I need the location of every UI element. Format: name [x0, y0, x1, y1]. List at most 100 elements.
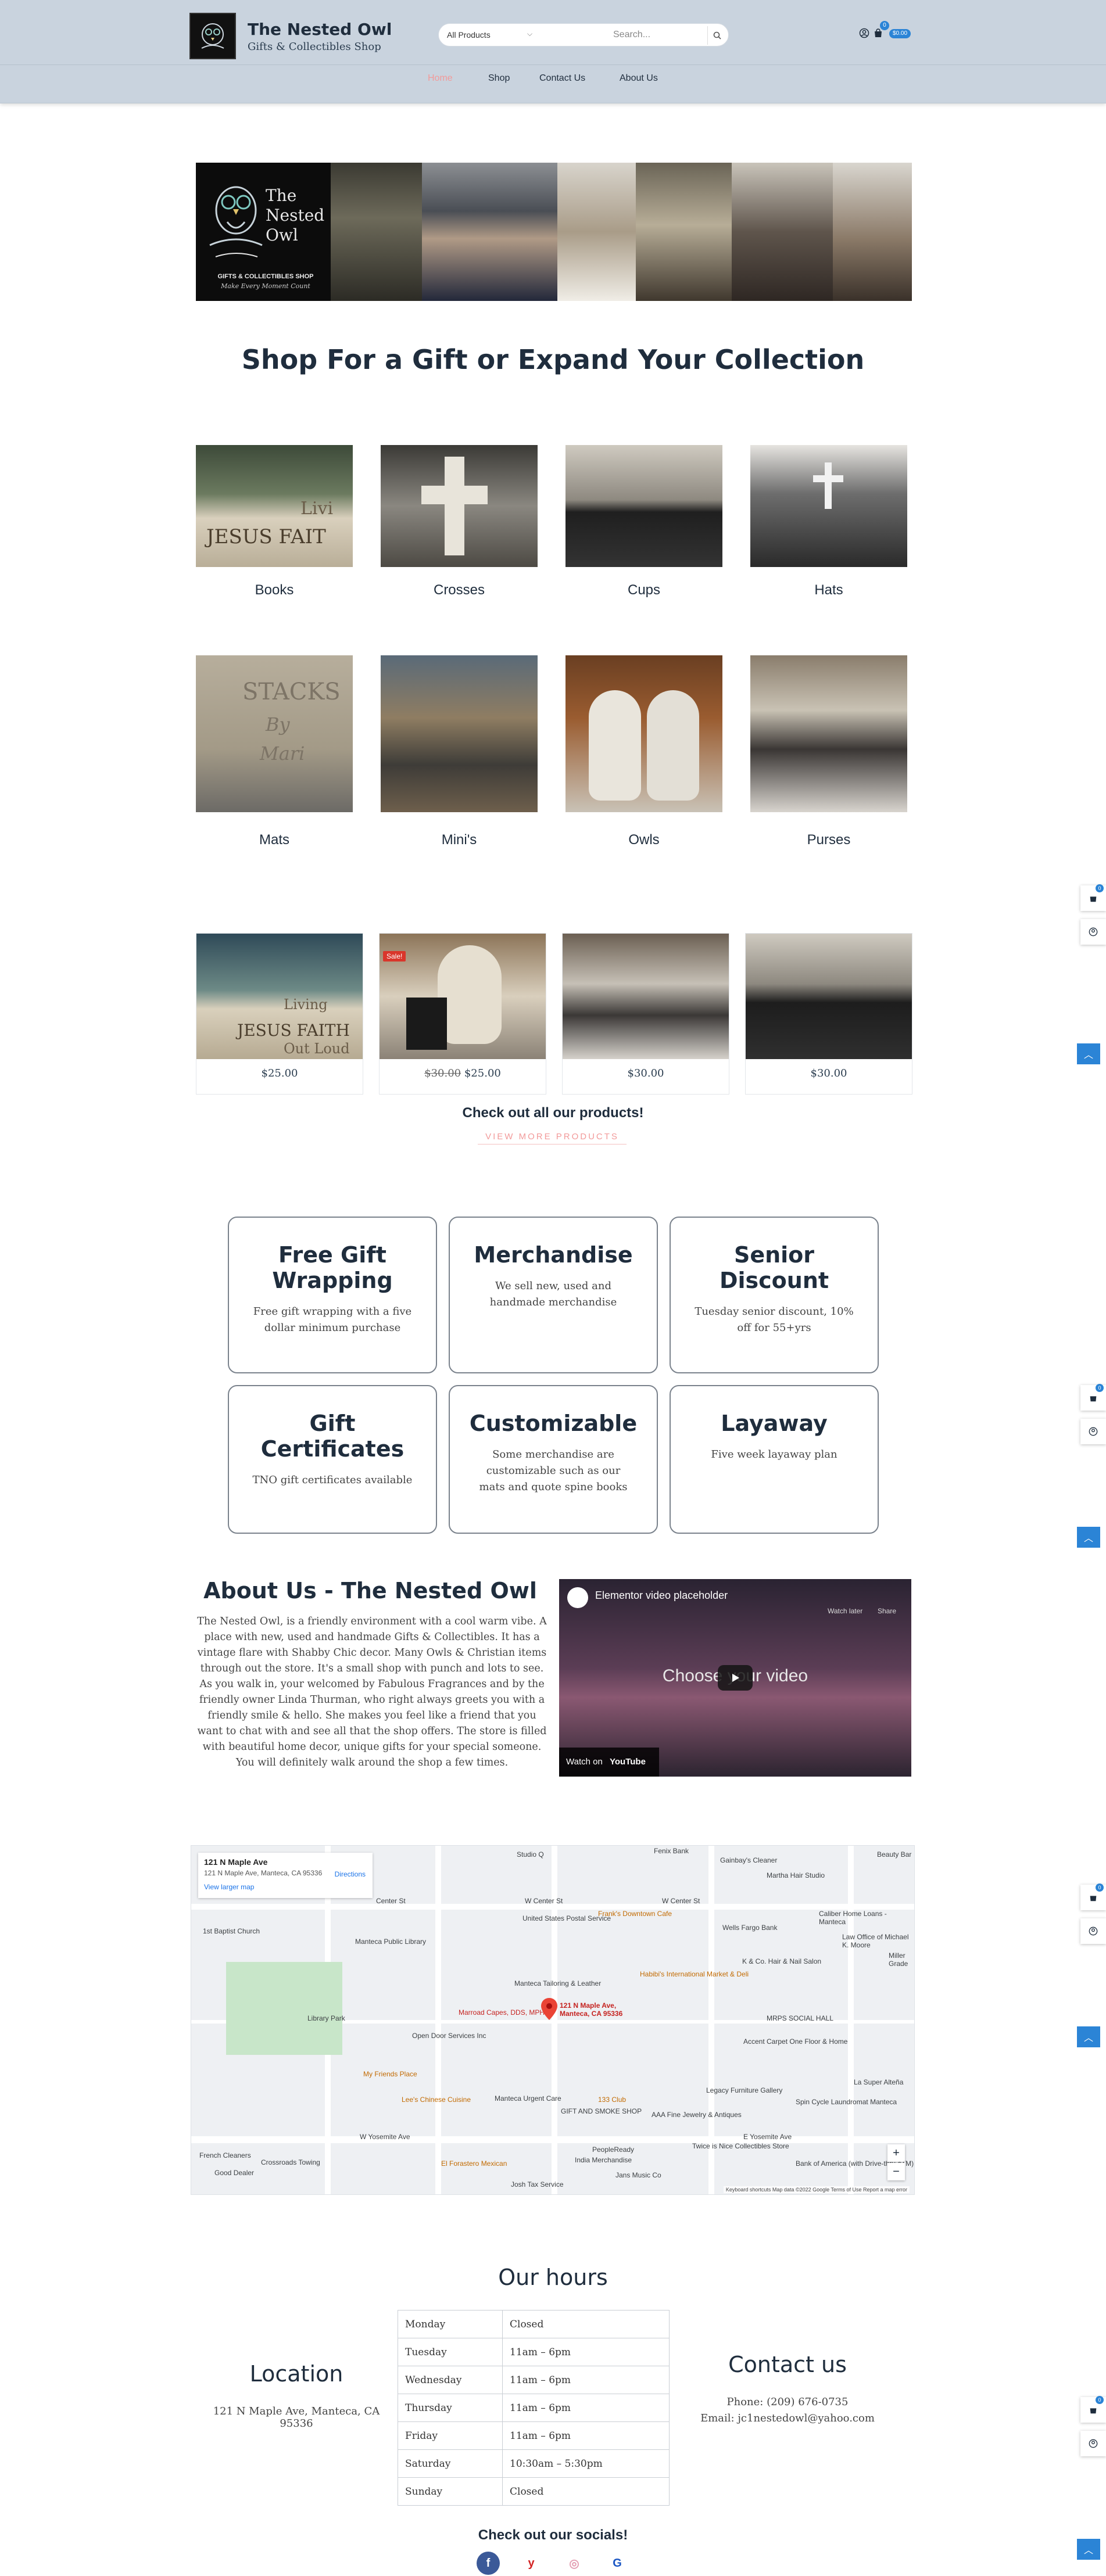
product-card[interactable]: $30.00 — [745, 933, 912, 1095]
product-card[interactable]: JESUS FAITH Living Out Loud $25.00 — [196, 933, 363, 1095]
category-image[interactable] — [750, 445, 907, 567]
map-place-label: Open Door Services Inc — [412, 2032, 486, 2040]
brand-title[interactable]: The Nested Owl — [248, 20, 392, 39]
products-cta-title: Check out all our products! — [462, 1105, 644, 1121]
map-footer[interactable]: Keyboard shortcuts Map data ©2022 Google… — [723, 2186, 910, 2193]
search-category-select[interactable]: All Products — [447, 30, 491, 40]
feature-title: Senior Discount — [719, 1242, 829, 1293]
google-icon[interactable]: G — [606, 2552, 629, 2575]
category-minis[interactable]: Mini's — [381, 655, 538, 848]
product-price: $25.00 — [261, 1067, 298, 1079]
category-image[interactable] — [381, 445, 538, 567]
map-place-label: Wells Fargo Bank — [722, 1924, 778, 1932]
product-price: $30.00 — [627, 1067, 664, 1079]
collectibles-photo — [636, 163, 732, 301]
product-card[interactable]: $30.00 — [562, 933, 729, 1095]
contact-phone[interactable]: Phone: (209) 676-0735 — [674, 2396, 901, 2408]
map-street-label: W Yosemite Ave — [360, 2133, 410, 2141]
video-embed[interactable]: Elementor video placeholder Watch later … — [559, 1579, 911, 1777]
nav-contact-us[interactable]: Contact Us — [539, 73, 585, 84]
feature-text: Five week layaway plan — [711, 1448, 837, 1461]
share-button[interactable]: Share — [878, 1607, 896, 1615]
view-more-products-link[interactable]: VIEW MORE PRODUCTS — [478, 1132, 627, 1145]
table-row: Wednesday 11am – 6pm — [398, 2366, 670, 2394]
zoom-in-button[interactable]: + — [887, 2144, 905, 2162]
side-account-icon[interactable] — [1080, 1419, 1106, 1444]
category-label[interactable]: Crosses — [381, 582, 538, 598]
category-label[interactable]: Mats — [196, 832, 353, 848]
category-owls[interactable]: Owls — [565, 655, 722, 848]
map-place-label: Law Office of Michael K. Moore — [842, 1933, 909, 1949]
play-icon[interactable] — [718, 1665, 753, 1691]
video-title[interactable]: Elementor video placeholder — [595, 1590, 728, 1602]
hours-day: Tuesday — [398, 2338, 503, 2366]
side-account-icon[interactable] — [1080, 1918, 1106, 1944]
category-cups[interactable]: Cups — [565, 445, 722, 598]
scroll-to-top-icon[interactable]: ︿ — [1077, 1043, 1100, 1064]
category-image[interactable]: JESUS FAIT Livi — [196, 445, 353, 567]
scroll-to-top-icon[interactable]: ︿ — [1077, 1527, 1100, 1548]
chevron-down-icon[interactable]: ⌵ — [527, 30, 532, 38]
scroll-to-top-icon[interactable]: ︿ — [1077, 2539, 1100, 2560]
map-place-label: My Friends Place — [363, 2070, 417, 2078]
product-image[interactable] — [563, 934, 729, 1059]
watch-later-button[interactable]: Watch later — [828, 1607, 862, 1615]
map-place-label: Spin Cycle Laundromat Manteca — [796, 2098, 897, 2106]
category-image[interactable] — [565, 655, 722, 812]
contact-email[interactable]: Email: jc1nestedowl@yahoo.com — [674, 2412, 901, 2424]
side-account-icon[interactable] — [1080, 919, 1106, 945]
category-purses[interactable]: Purses — [750, 655, 907, 848]
category-label[interactable]: Books — [196, 582, 353, 598]
map-place-label: United States Postal Service — [522, 1914, 611, 1922]
nav-shop[interactable]: Shop — [488, 73, 510, 84]
category-label[interactable]: Cups — [565, 582, 722, 598]
category-label[interactable]: Hats — [750, 582, 907, 598]
category-label[interactable]: Purses — [750, 832, 907, 848]
category-image[interactable] — [750, 655, 907, 812]
search-input[interactable]: Search... — [613, 30, 650, 40]
hours-time: 11am – 6pm — [502, 2394, 670, 2422]
facebook-icon[interactable]: f — [477, 2552, 500, 2575]
map-place-label: 133 Club — [598, 2096, 627, 2104]
feature-card: Layaway Five week layaway plan — [670, 1385, 879, 1534]
category-crosses[interactable]: Crosses — [381, 445, 538, 598]
nav-about-us[interactable]: About Us — [620, 73, 658, 84]
map-place-label: Miller Grade — [889, 1951, 908, 1968]
cart-count-badge: 0 — [880, 21, 889, 30]
product-image[interactable]: JESUS FAITH Living Out Loud — [196, 934, 363, 1059]
map-street-label: E Yosemite Ave — [743, 2133, 792, 2141]
nav-home[interactable]: Home — [428, 73, 453, 84]
channel-avatar[interactable] — [567, 1587, 588, 1608]
account-icon[interactable] — [858, 27, 871, 40]
product-image[interactable] — [746, 934, 912, 1059]
map-place-label: MRPS SOCIAL HALL — [767, 2014, 833, 2022]
google-map[interactable]: Center St W Center St W Center St W Yose… — [191, 1845, 915, 2195]
scroll-to-top-icon[interactable]: ︿ — [1077, 2026, 1100, 2047]
table-row: Monday Closed — [398, 2310, 670, 2338]
category-mats[interactable]: STACKS By Mari Mats — [196, 655, 353, 848]
category-books[interactable]: JESUS FAIT Livi Books — [196, 445, 353, 598]
view-larger-map-link[interactable]: View larger map — [204, 1883, 367, 1891]
category-label[interactable]: Mini's — [381, 832, 538, 848]
map-place-label: Martha Hair Studio — [767, 1871, 825, 1879]
purses-photo — [732, 163, 833, 301]
zoom-out-button[interactable]: − — [887, 2163, 905, 2180]
side-account-icon[interactable] — [1080, 2431, 1106, 2456]
category-label[interactable]: Owls — [565, 832, 722, 848]
watch-on-youtube-button[interactable]: Watch on YouTube — [559, 1748, 659, 1777]
map-marker-icon[interactable] — [541, 1998, 557, 2020]
directions-link[interactable]: Directions — [335, 1870, 366, 1878]
category-hats[interactable]: Hats — [750, 445, 907, 598]
feature-card: Customizable Some merchandise are custom… — [449, 1385, 658, 1534]
category-image[interactable] — [381, 655, 538, 812]
category-image[interactable]: STACKS By Mari — [196, 655, 353, 812]
cart-total[interactable]: $0.00 — [889, 29, 911, 38]
site-logo[interactable] — [189, 13, 236, 59]
map-place-label: AAA Fine Jewelry & Antiques — [652, 2111, 742, 2119]
yelp-icon[interactable]: y — [520, 2552, 543, 2575]
product-card[interactable]: Sale! $30.00 $25.00 — [379, 933, 546, 1095]
map-info-card: 121 N Maple Ave 121 N Maple Ave, Manteca… — [198, 1853, 373, 1898]
instagram-icon[interactable]: ◎ — [563, 2552, 586, 2575]
category-image[interactable] — [565, 445, 722, 567]
search-icon[interactable] — [707, 26, 726, 45]
